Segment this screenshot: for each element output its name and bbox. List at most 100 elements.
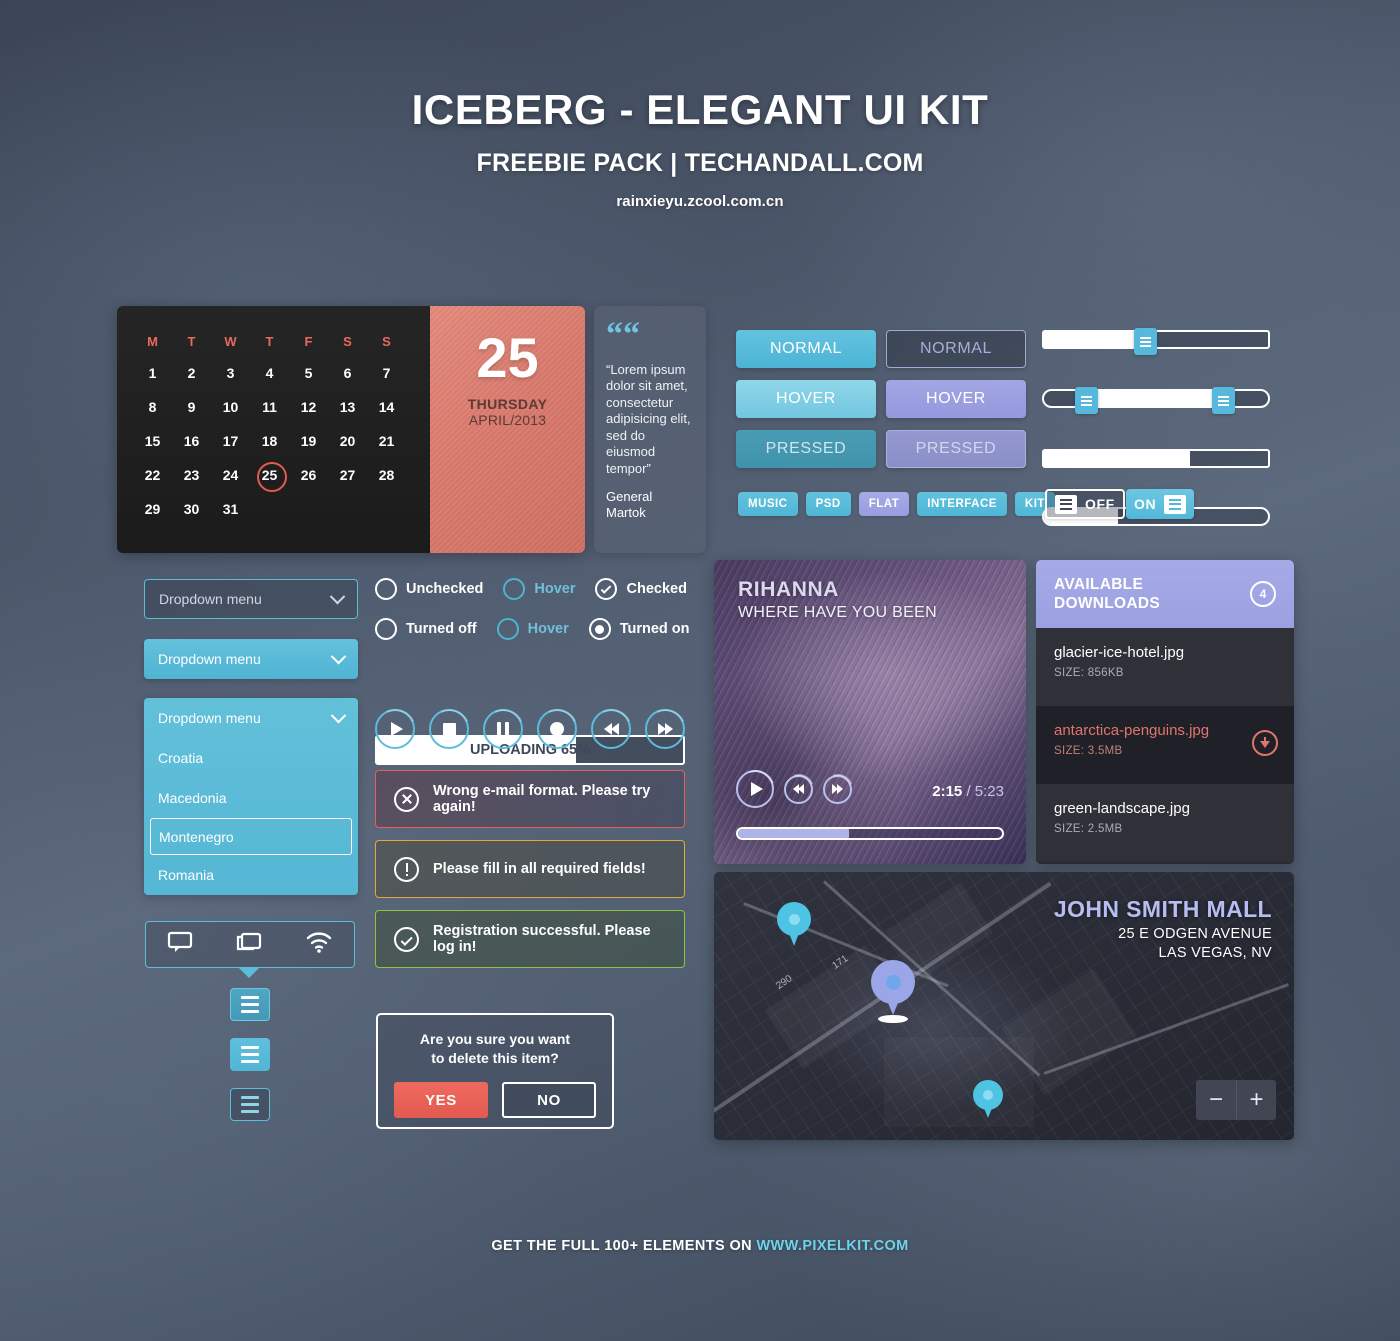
checkbox-checked[interactable]: Checked — [595, 578, 687, 600]
calendar-day[interactable]: 12 — [289, 390, 328, 424]
checkbox-hover[interactable]: Hover — [503, 578, 575, 600]
button-purple-pressed[interactable]: PRESSED — [886, 430, 1026, 468]
calendar-day[interactable]: 19 — [289, 424, 328, 458]
hamburger-button-pressed[interactable] — [230, 988, 270, 1021]
dropdown-open[interactable]: Dropdown menu Croatia Macedonia Monteneg… — [144, 698, 358, 895]
hamburger-button-normal[interactable] — [230, 1038, 270, 1071]
record-icon[interactable] — [537, 709, 577, 749]
calendar-widget[interactable]: M T W T F S S 1 2 3 4 5 6 7 8 9 10 11 12… — [117, 306, 585, 553]
rewind-icon[interactable] — [784, 774, 813, 804]
tag-flat[interactable]: FLAT — [858, 492, 910, 516]
calendar-day[interactable]: 11 — [250, 390, 289, 424]
dropdown-outline[interactable]: Dropdown menu — [144, 579, 358, 619]
tag-music[interactable]: MUSIC — [738, 492, 798, 516]
download-item[interactable]: green-landscape.jpg SIZE: 2.5MB — [1036, 784, 1294, 862]
hamburger-button-outline[interactable] — [230, 1088, 270, 1121]
calendar-day[interactable]: 13 — [328, 390, 367, 424]
radio-selected-icon[interactable] — [588, 618, 611, 640]
fast-forward-icon[interactable] — [645, 709, 685, 749]
progress-slider-square[interactable] — [1042, 449, 1270, 468]
calendar-day[interactable]: 4 — [250, 356, 289, 390]
map-pin-primary[interactable] — [871, 960, 915, 1024]
radio-off[interactable]: Turned off — [375, 618, 477, 640]
radio-icon[interactable] — [496, 618, 519, 640]
calendar-day[interactable]: 28 — [367, 458, 406, 492]
checkbox-unchecked[interactable]: Unchecked — [375, 578, 483, 600]
tablet-icon[interactable] — [235, 931, 263, 958]
calendar-day[interactable]: 14 — [367, 390, 406, 424]
checkbox-checked-icon[interactable] — [595, 578, 618, 600]
play-icon[interactable] — [375, 709, 415, 749]
button-purple-normal[interactable]: NORMAL — [886, 330, 1026, 368]
calendar-day[interactable]: 17 — [211, 424, 250, 458]
calendar-day[interactable]: 7 — [367, 356, 406, 390]
calendar-day[interactable]: 15 — [133, 424, 172, 458]
dropdown-solid[interactable]: Dropdown menu — [144, 639, 358, 679]
button-blue-hover[interactable]: HOVER — [736, 380, 876, 418]
dropdown-option-croatia[interactable]: Croatia — [144, 738, 358, 778]
slider-handle-end[interactable] — [1212, 387, 1235, 414]
calendar-day[interactable]: 1 — [133, 356, 172, 390]
calendar-day[interactable]: 5 — [289, 356, 328, 390]
calendar-day[interactable]: 21 — [367, 424, 406, 458]
calendar-day[interactable]: 29 — [133, 492, 172, 526]
music-player-card[interactable]: RIHANNA WHERE HAVE YOU BEEN 2:15 / 5:23 — [714, 560, 1026, 864]
calendar-day[interactable]: 27 — [328, 458, 367, 492]
calendar-day[interactable]: 2 — [172, 356, 211, 390]
toggle-off[interactable]: OFF — [1045, 489, 1125, 519]
rewind-icon[interactable] — [591, 709, 631, 749]
music-progress-bar[interactable] — [736, 827, 1004, 840]
calendar-day[interactable]: 26 — [289, 458, 328, 492]
confirm-yes-button[interactable]: YES — [394, 1082, 488, 1118]
checkbox-icon[interactable] — [375, 578, 397, 600]
map-zoom-out-button[interactable]: − — [1196, 1080, 1236, 1120]
dropdown-option-macedonia[interactable]: Macedonia — [144, 778, 358, 818]
map-card[interactable]: 290 171 JOHN SMITH MALL 25 E ODGEN AVENU… — [714, 872, 1294, 1140]
confirm-no-button[interactable]: NO — [502, 1082, 596, 1118]
radio-hover[interactable]: Hover — [496, 618, 569, 640]
map-pin[interactable] — [973, 1080, 1003, 1118]
monitor-icon[interactable] — [167, 931, 193, 958]
calendar-day[interactable]: 10 — [211, 390, 250, 424]
wifi-icon[interactable] — [305, 931, 333, 958]
button-blue-normal[interactable]: NORMAL — [736, 330, 876, 368]
download-item[interactable]: glacier-ice-hotel.jpg SIZE: 856KB — [1036, 628, 1294, 706]
checkbox-icon[interactable] — [503, 578, 526, 600]
button-purple-hover[interactable]: HOVER — [886, 380, 1026, 418]
range-slider[interactable] — [1042, 387, 1270, 414]
dropdown-option-romania[interactable]: Romania — [144, 855, 358, 895]
calendar-day[interactable]: 22 — [133, 458, 172, 492]
play-icon[interactable] — [736, 770, 774, 808]
calendar-day[interactable]: 6 — [328, 356, 367, 390]
calendar-day-selected[interactable]: 25 — [250, 458, 289, 492]
calendar-day[interactable]: 31 — [211, 492, 250, 526]
calendar-day[interactable]: 9 — [172, 390, 211, 424]
device-toolbar[interactable] — [145, 921, 355, 968]
tag-interface[interactable]: INTERFACE — [917, 492, 1007, 516]
stop-icon[interactable] — [429, 709, 469, 749]
map-zoom-in-button[interactable]: + — [1236, 1080, 1276, 1120]
calendar-day[interactable]: 16 — [172, 424, 211, 458]
calendar-day[interactable]: 24 — [211, 458, 250, 492]
toggle-on[interactable]: ON — [1126, 489, 1195, 519]
radio-icon[interactable] — [375, 618, 397, 640]
calendar-day[interactable]: 20 — [328, 424, 367, 458]
dropdown-option-montenegro[interactable]: Montenegro — [150, 818, 352, 855]
calendar-day[interactable]: 18 — [250, 424, 289, 458]
fast-forward-icon[interactable] — [823, 774, 852, 804]
calendar-day[interactable]: 3 — [211, 356, 250, 390]
map-pin[interactable] — [777, 902, 811, 946]
dropdown-open-header[interactable]: Dropdown menu — [144, 698, 358, 738]
tag-psd[interactable]: PSD — [805, 492, 851, 516]
calendar-day[interactable]: 30 — [172, 492, 211, 526]
calendar-day[interactable]: 8 — [133, 390, 172, 424]
download-icon[interactable] — [1252, 730, 1278, 756]
single-handle-slider[interactable] — [1042, 328, 1270, 355]
download-item-active[interactable]: antarctica-penguins.jpg SIZE: 3.5MB — [1036, 706, 1294, 784]
radio-on[interactable]: Turned on — [588, 618, 690, 640]
pause-icon[interactable] — [483, 709, 523, 749]
calendar-day[interactable]: 23 — [172, 458, 211, 492]
slider-handle[interactable] — [1133, 328, 1157, 355]
slider-handle-start[interactable] — [1075, 387, 1099, 414]
calendar-grid[interactable]: M T W T F S S 1 2 3 4 5 6 7 8 9 10 11 12… — [117, 306, 430, 553]
